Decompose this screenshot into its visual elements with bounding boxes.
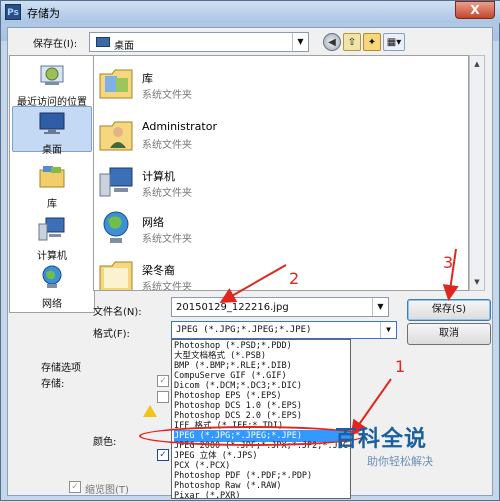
annotation-number-3: 3	[443, 253, 454, 272]
watermark: 百科全说 助你轻松解决	[335, 421, 481, 481]
save-as-dialog: Ps 存储为 X 保存在(I): 桌面 ▼ ◀ ⇧ ✦ ▦▾ 最近访问的位置 桌…	[0, 0, 500, 501]
annotation-arrow-2	[219, 264, 287, 303]
annotation-number-1: 1	[395, 357, 406, 376]
watermark-logo: 百科全说	[335, 427, 428, 452]
annotation-number-2: 2	[289, 269, 300, 288]
watermark-tagline: 助你轻松解决	[367, 455, 433, 468]
